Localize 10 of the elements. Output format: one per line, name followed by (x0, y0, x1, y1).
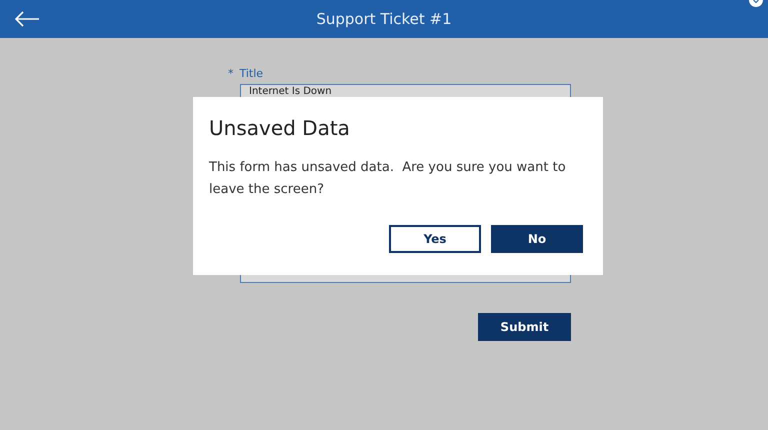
no-button[interactable]: No (491, 225, 583, 253)
required-mark: * (228, 66, 234, 82)
dialog-message: This form has unsaved data. Are you sure you want to leave the screen? (209, 159, 567, 199)
back-arrow-icon[interactable] (14, 11, 40, 27)
field-value: Internet Is Down (249, 86, 333, 98)
dialog-title: Unsaved Data (209, 115, 351, 141)
screen-title: Support Ticket #1 (316, 8, 452, 30)
submit-button[interactable]: Submit (478, 313, 571, 341)
field-label: Title (240, 66, 264, 82)
yes-button[interactable]: Yes (389, 225, 481, 253)
